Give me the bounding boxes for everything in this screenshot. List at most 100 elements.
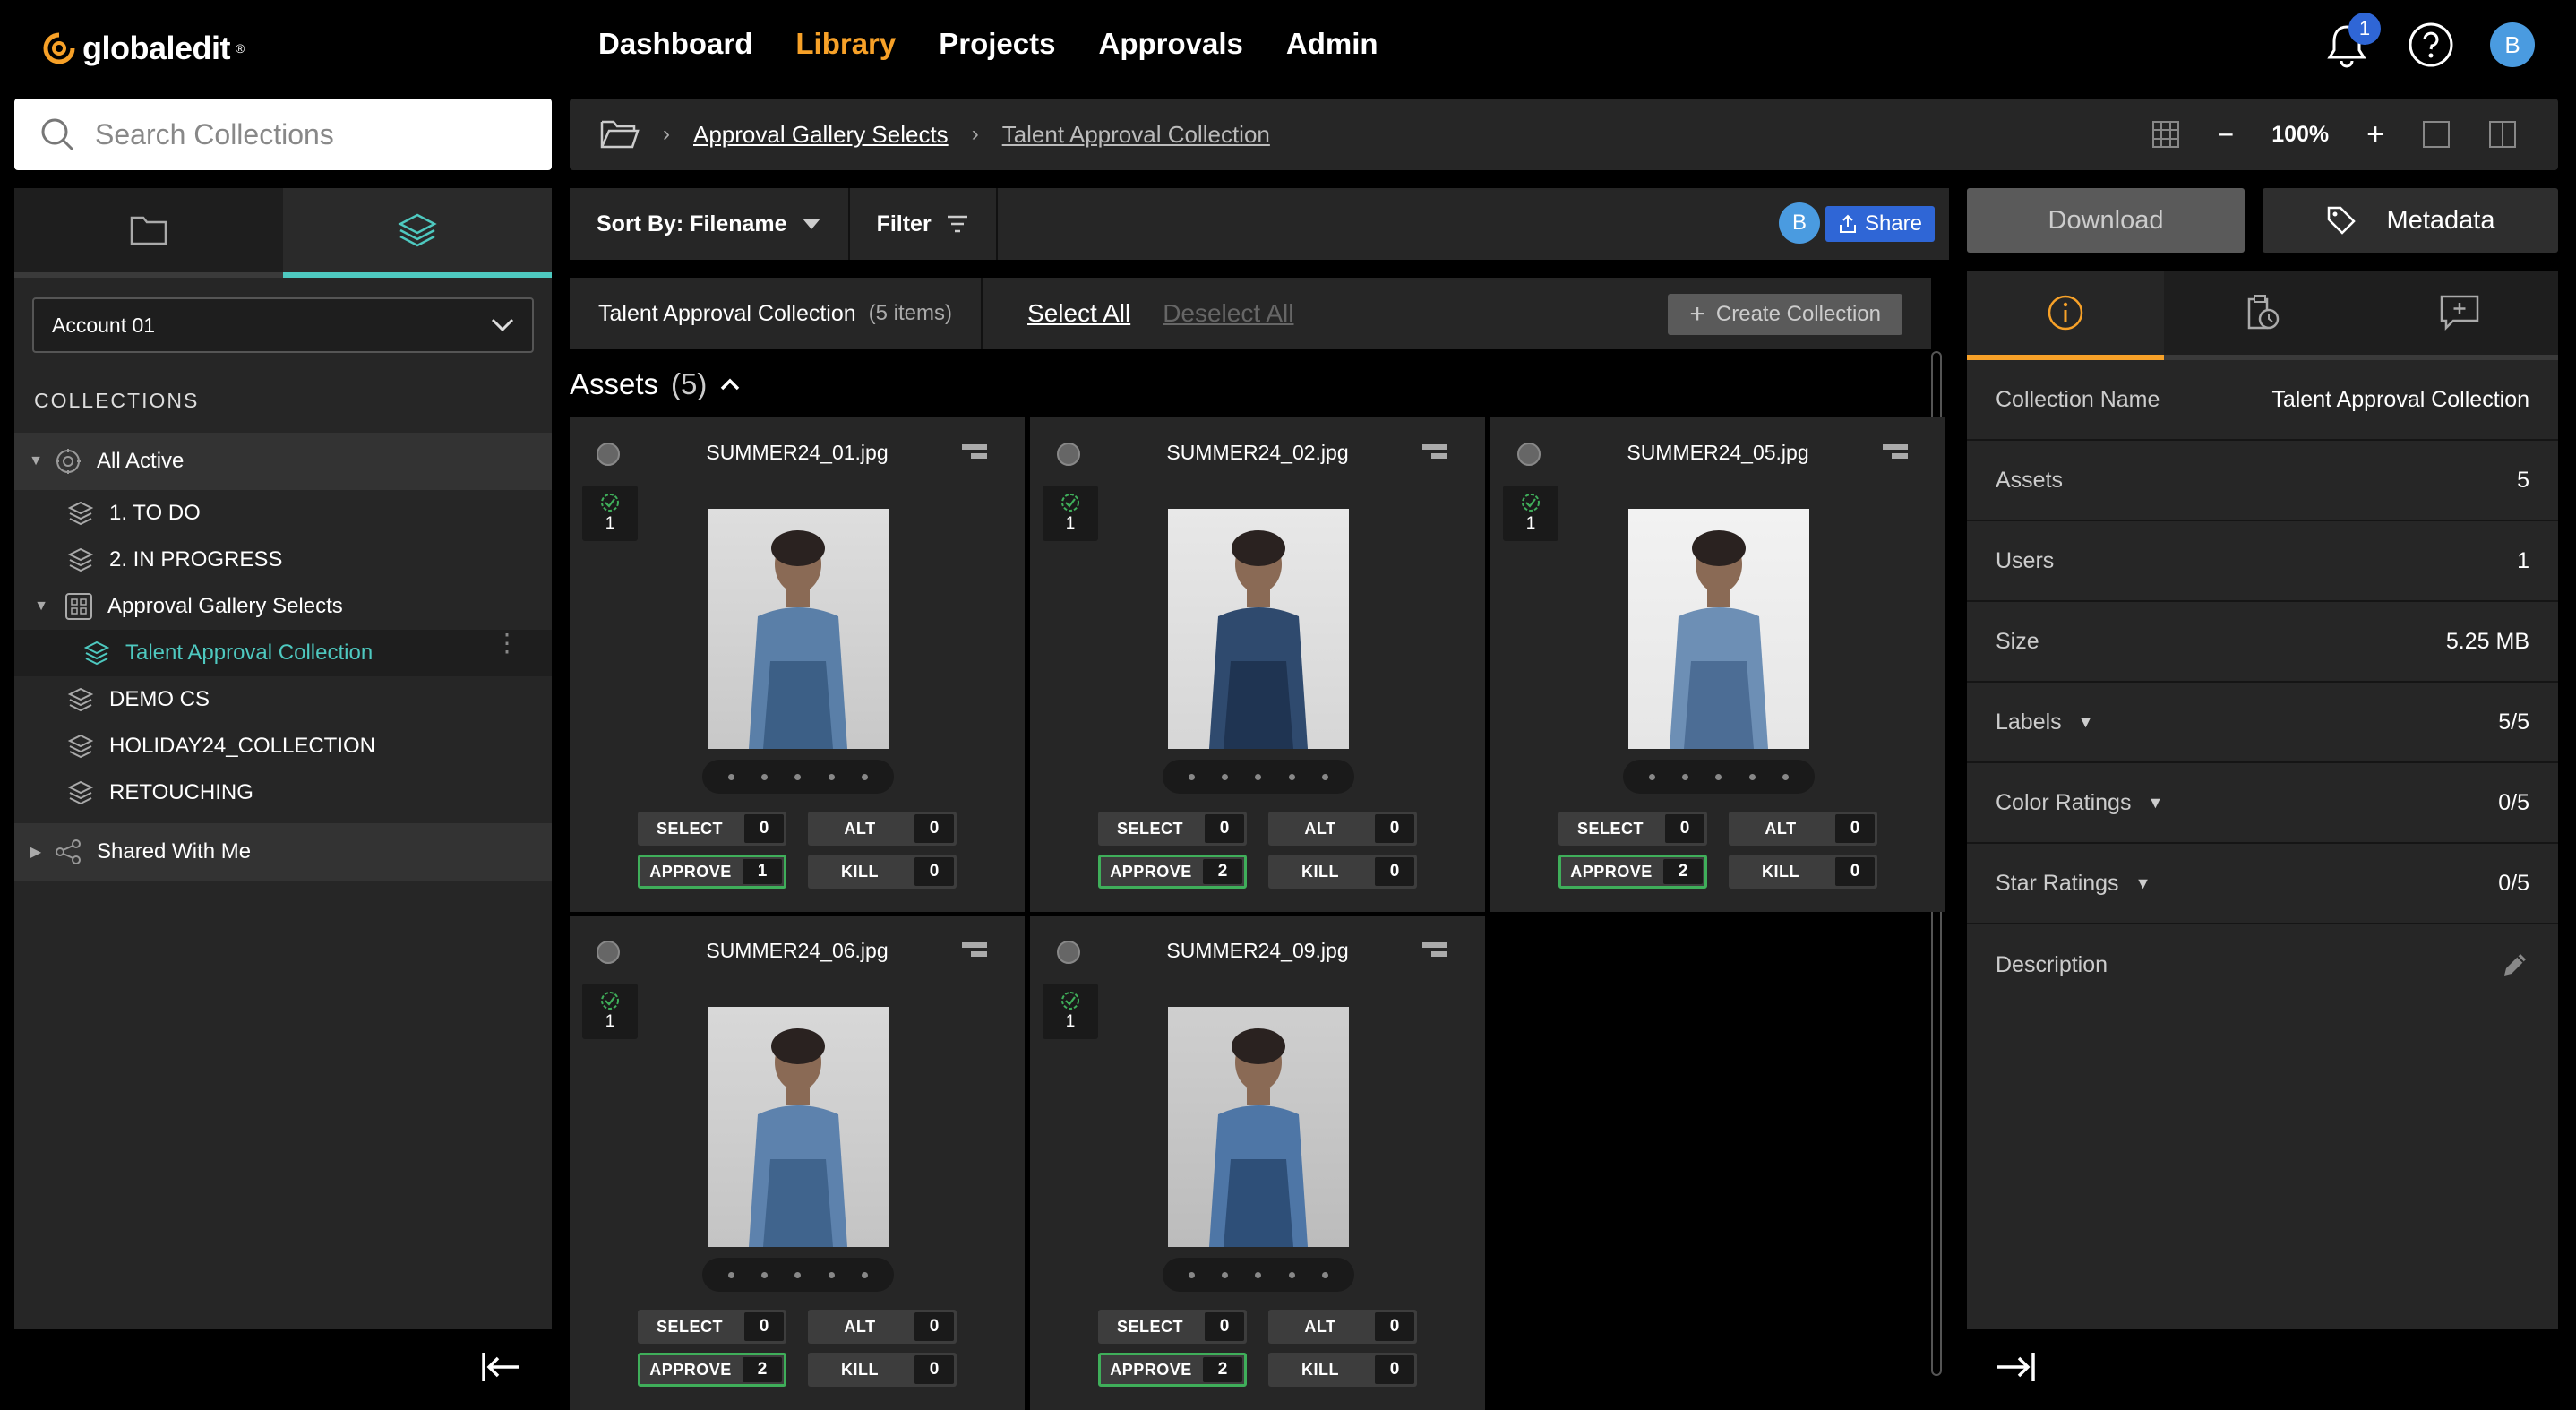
- color-dot[interactable]: [1255, 773, 1262, 780]
- tab-info[interactable]: [1967, 271, 2164, 360]
- shared-user-avatar[interactable]: B: [1779, 202, 1820, 244]
- asset-card[interactable]: SUMMER24_02.jpg 1 SELECT 0 ALT 0 APPROVE…: [1030, 417, 1485, 912]
- color-label-dots[interactable]: [1623, 760, 1815, 794]
- caret-down-icon[interactable]: ▼: [23, 453, 48, 469]
- select-vote-button[interactable]: SELECT 0: [1098, 1310, 1247, 1344]
- approve-vote-button[interactable]: APPROVE 2: [1098, 1353, 1247, 1387]
- color-dot[interactable]: [828, 773, 835, 780]
- create-collection-button[interactable]: + Create Collection: [1668, 294, 1902, 335]
- info-row-color-ratings[interactable]: Color Ratings ▼ 0/5: [1967, 763, 2558, 844]
- approve-vote-button[interactable]: APPROVE 2: [638, 1353, 786, 1387]
- nav-approvals[interactable]: Approvals: [1098, 27, 1242, 61]
- color-dot[interactable]: [728, 1271, 735, 1278]
- nav-library[interactable]: Library: [795, 27, 896, 61]
- version-badge[interactable]: 1: [582, 486, 638, 541]
- asset-thumbnail[interactable]: [708, 1007, 889, 1247]
- tab-collections[interactable]: [283, 188, 552, 278]
- alt-vote-button[interactable]: ALT 0: [1729, 812, 1877, 846]
- filter-button[interactable]: Filter: [850, 188, 998, 260]
- assets-heading[interactable]: Assets (5): [570, 367, 741, 401]
- version-badge[interactable]: 1: [1043, 486, 1098, 541]
- kill-vote-button[interactable]: KILL 0: [808, 1353, 957, 1387]
- notifications-button[interactable]: 1: [2322, 13, 2381, 70]
- color-dot[interactable]: [1255, 1271, 1262, 1278]
- tab-comments[interactable]: [2361, 271, 2558, 360]
- more-options-icon[interactable]: ⋮: [494, 631, 519, 656]
- sort-dropdown[interactable]: Sort By: Filename: [570, 188, 850, 260]
- color-dot[interactable]: [828, 1271, 835, 1278]
- color-dot[interactable]: [1748, 773, 1756, 780]
- color-dot[interactable]: [861, 1271, 868, 1278]
- asset-menu-icon[interactable]: [1883, 444, 1908, 462]
- edit-pencil-icon[interactable]: [2501, 950, 2529, 979]
- color-dot[interactable]: [761, 1271, 769, 1278]
- color-dot[interactable]: [1321, 773, 1328, 780]
- nav-dashboard[interactable]: Dashboard: [598, 27, 752, 61]
- asset-card[interactable]: SUMMER24_05.jpg 1 SELECT 0 ALT 0 APPROVE…: [1490, 417, 1945, 912]
- tree-item-shared-with-me[interactable]: ▶ Shared With Me: [14, 823, 552, 881]
- nav-admin[interactable]: Admin: [1286, 27, 1378, 61]
- tree-item-to-do[interactable]: 1. TO DO: [14, 490, 552, 537]
- info-row-labels[interactable]: Labels ▼ 5/5: [1967, 683, 2558, 763]
- asset-menu-icon[interactable]: [962, 942, 987, 960]
- search-collections[interactable]: [14, 99, 552, 170]
- asset-card[interactable]: SUMMER24_06.jpg 1 SELECT 0 ALT 0 APPROVE…: [570, 916, 1025, 1410]
- alt-vote-button[interactable]: ALT 0: [1268, 1310, 1417, 1344]
- color-dot[interactable]: [1649, 773, 1656, 780]
- split-view-icon[interactable]: [2488, 120, 2517, 149]
- select-vote-button[interactable]: SELECT 0: [638, 812, 786, 846]
- info-key-dropdown[interactable]: Labels ▼: [1996, 709, 2094, 735]
- user-avatar[interactable]: B: [2490, 22, 2535, 67]
- tree-item-in-progress[interactable]: 2. IN PROGRESS: [14, 537, 552, 583]
- color-dot[interactable]: [1715, 773, 1722, 780]
- asset-menu-icon[interactable]: [962, 444, 987, 462]
- version-badge[interactable]: 1: [1503, 486, 1558, 541]
- approve-vote-button[interactable]: APPROVE 1: [638, 855, 786, 889]
- info-row-star-ratings[interactable]: Star Ratings ▼ 0/5: [1967, 844, 2558, 924]
- info-key-dropdown[interactable]: Color Ratings ▼: [1996, 790, 2163, 816]
- color-dot[interactable]: [861, 773, 868, 780]
- tree-item-holiday24-collection[interactable]: HOLIDAY24_COLLECTION: [14, 723, 552, 769]
- help-icon[interactable]: [2408, 21, 2454, 68]
- version-badge[interactable]: 1: [1043, 984, 1098, 1039]
- asset-card[interactable]: SUMMER24_09.jpg 1 SELECT 0 ALT 0 APPROVE…: [1030, 916, 1485, 1410]
- tab-folders[interactable]: [14, 188, 283, 278]
- asset-thumbnail[interactable]: [1168, 509, 1349, 749]
- select-vote-button[interactable]: SELECT 0: [1558, 812, 1707, 846]
- metadata-button[interactable]: Metadata: [2263, 188, 2558, 253]
- select-vote-button[interactable]: SELECT 0: [1098, 812, 1247, 846]
- tree-item-approval-gallery-selects[interactable]: ▼ Approval Gallery Selects: [14, 583, 552, 630]
- alt-vote-button[interactable]: ALT 0: [1268, 812, 1417, 846]
- color-dot[interactable]: [1682, 773, 1689, 780]
- color-label-dots[interactable]: [702, 1258, 894, 1292]
- tree-item-all-active[interactable]: ▼ All Active: [14, 433, 552, 490]
- account-select[interactable]: Account 01: [32, 297, 534, 353]
- color-dot[interactable]: [1288, 1271, 1295, 1278]
- asset-card[interactable]: SUMMER24_01.jpg 1 SELECT 0 ALT 0 APPROVE…: [570, 417, 1025, 912]
- asset-thumbnail[interactable]: [708, 509, 889, 749]
- asset-thumbnail[interactable]: [1628, 509, 1809, 749]
- tab-activity[interactable]: [2164, 271, 2361, 360]
- nav-projects[interactable]: Projects: [939, 27, 1055, 61]
- alt-vote-button[interactable]: ALT 0: [808, 812, 957, 846]
- color-label-dots[interactable]: [1163, 1258, 1354, 1292]
- select-all-link[interactable]: Select All: [1027, 299, 1130, 328]
- folder-open-icon[interactable]: [600, 118, 640, 150]
- asset-menu-icon[interactable]: [1422, 444, 1447, 462]
- color-dot[interactable]: [1189, 1271, 1196, 1278]
- color-dot[interactable]: [1222, 773, 1229, 780]
- download-button[interactable]: Download: [1967, 188, 2245, 253]
- single-view-icon[interactable]: [2422, 120, 2451, 149]
- zoom-in-button[interactable]: +: [2366, 117, 2384, 152]
- breadcrumb-talent-approval-collection[interactable]: Talent Approval Collection: [1002, 121, 1270, 149]
- collapse-left-icon[interactable]: [480, 1351, 521, 1383]
- kill-vote-button[interactable]: KILL 0: [808, 855, 957, 889]
- color-dot[interactable]: [1222, 1271, 1229, 1278]
- color-dot[interactable]: [1288, 773, 1295, 780]
- color-dot[interactable]: [1189, 773, 1196, 780]
- deselect-all-link[interactable]: Deselect All: [1163, 299, 1293, 328]
- caret-down-icon[interactable]: ▼: [29, 598, 54, 615]
- approve-vote-button[interactable]: APPROVE 2: [1558, 855, 1707, 889]
- select-vote-button[interactable]: SELECT 0: [638, 1310, 786, 1344]
- collapse-right-icon[interactable]: [1996, 1351, 2037, 1383]
